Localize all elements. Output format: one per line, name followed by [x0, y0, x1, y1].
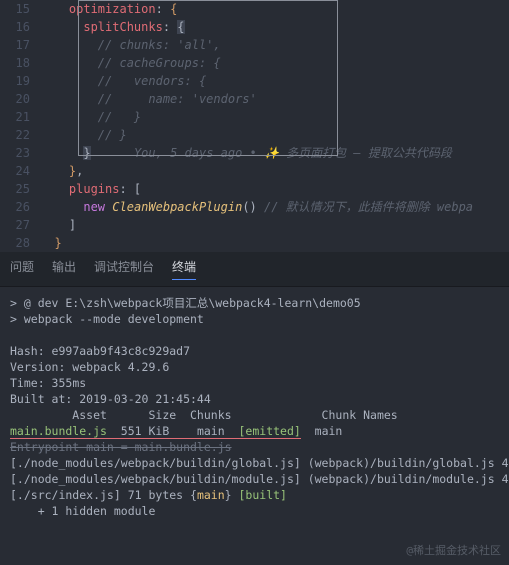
terminal-panel[interactable]: > @ dev E:\zsh\webpack项目汇总\webpack4-lear…: [0, 287, 509, 527]
token: // vendors: {: [98, 74, 206, 88]
terminal-line: Asset Size Chunks Chunk Names: [10, 407, 499, 423]
terminal-line: > webpack --mode development: [10, 311, 499, 327]
line-number: 16: [0, 18, 30, 36]
token: CleanWebpackPlugin: [112, 200, 242, 214]
terminal-line: Hash: e997aab9f43c8c929ad7: [10, 343, 499, 359]
code-line[interactable]: // name: 'vendors': [40, 90, 509, 108]
code-editor[interactable]: 1516171819202122232425262728 optimizatio…: [0, 0, 509, 252]
code-area[interactable]: optimization: { splitChunks: { // chunks…: [40, 0, 509, 252]
line-number: 15: [0, 0, 30, 18]
panel-tab[interactable]: 终端: [172, 258, 196, 280]
code-line[interactable]: }: [40, 234, 509, 252]
terminal-line: main.bundle.js 551 KiB main [emitted] ma…: [10, 423, 499, 439]
code-line[interactable]: } You, 5 days ago • ✨ 多页面打包 — 提取公共代码段: [40, 144, 509, 162]
terminal-line: > @ dev E:\zsh\webpack项目汇总\webpack4-lear…: [10, 295, 499, 311]
line-number: 25: [0, 180, 30, 198]
token: // chunks: 'all',: [98, 38, 221, 52]
code-line[interactable]: },: [40, 162, 509, 180]
token: (): [242, 200, 264, 214]
token: }: [54, 236, 61, 250]
panel-tabs[interactable]: 问题输出调试控制台终端: [0, 252, 509, 287]
terminal-line: [./src/index.js] 71 bytes {main} [built]: [10, 487, 499, 503]
terminal-line: Time: 355ms: [10, 375, 499, 391]
token: new: [83, 200, 112, 214]
token: // }: [98, 128, 127, 142]
watermark: @稀土掘金技术社区: [406, 543, 501, 560]
terminal-line: [./node_modules/webpack/buildin/module.j…: [10, 471, 499, 487]
line-number: 20: [0, 90, 30, 108]
line-number: 27: [0, 216, 30, 234]
panel-tab[interactable]: 输出: [52, 258, 76, 280]
line-number: 17: [0, 36, 30, 54]
terminal-line: + 1 hidden module: [10, 503, 499, 519]
token: plugins: [69, 182, 120, 196]
token: // 默认情况下，此插件将删除 webpa: [264, 200, 473, 214]
line-number: 21: [0, 108, 30, 126]
token: {: [177, 20, 184, 34]
code-line[interactable]: // cacheGroups: {: [40, 54, 509, 72]
token: }: [83, 146, 90, 160]
line-number: 22: [0, 126, 30, 144]
terminal-line: Entrypoint main = main.bundle.js: [10, 439, 499, 455]
code-line[interactable]: splitChunks: {: [40, 18, 509, 36]
token: // name: 'vendors': [98, 92, 257, 106]
token: : [: [119, 182, 141, 196]
code-line[interactable]: // vendors: {: [40, 72, 509, 90]
token: optimization: [69, 2, 156, 16]
token: splitChunks: [83, 20, 162, 34]
panel-tab[interactable]: 调试控制台: [94, 258, 154, 280]
token: {: [170, 2, 177, 16]
line-number: 23: [0, 144, 30, 162]
token: ,: [76, 164, 83, 178]
line-number: 19: [0, 72, 30, 90]
terminal-line: Version: webpack 4.29.6: [10, 359, 499, 375]
token: :: [156, 2, 170, 16]
code-line[interactable]: // chunks: 'all',: [40, 36, 509, 54]
panel-tab[interactable]: 问题: [10, 258, 34, 280]
terminal-line: Built at: 2019-03-20 21:45:44: [10, 391, 499, 407]
line-number: 28: [0, 234, 30, 252]
code-line[interactable]: new CleanWebpackPlugin() // 默认情况下，此插件将删除…: [40, 198, 509, 216]
token: :: [163, 20, 177, 34]
line-number: 26: [0, 198, 30, 216]
token: ]: [69, 218, 76, 232]
line-gutter: 1516171819202122232425262728: [0, 0, 40, 252]
code-line[interactable]: ]: [40, 216, 509, 234]
code-line[interactable]: // }: [40, 126, 509, 144]
token: // }: [98, 110, 141, 124]
terminal-line: [10, 327, 499, 343]
code-line[interactable]: optimization: {: [40, 0, 509, 18]
line-number: 24: [0, 162, 30, 180]
gitlens-annotation: You, 5 days ago • ✨ 多页面打包 — 提取公共代码段: [91, 146, 452, 160]
code-line[interactable]: plugins: [: [40, 180, 509, 198]
code-line[interactable]: // }: [40, 108, 509, 126]
terminal-line: [./node_modules/webpack/buildin/global.j…: [10, 455, 499, 471]
line-number: 18: [0, 54, 30, 72]
token: // cacheGroups: {: [98, 56, 221, 70]
